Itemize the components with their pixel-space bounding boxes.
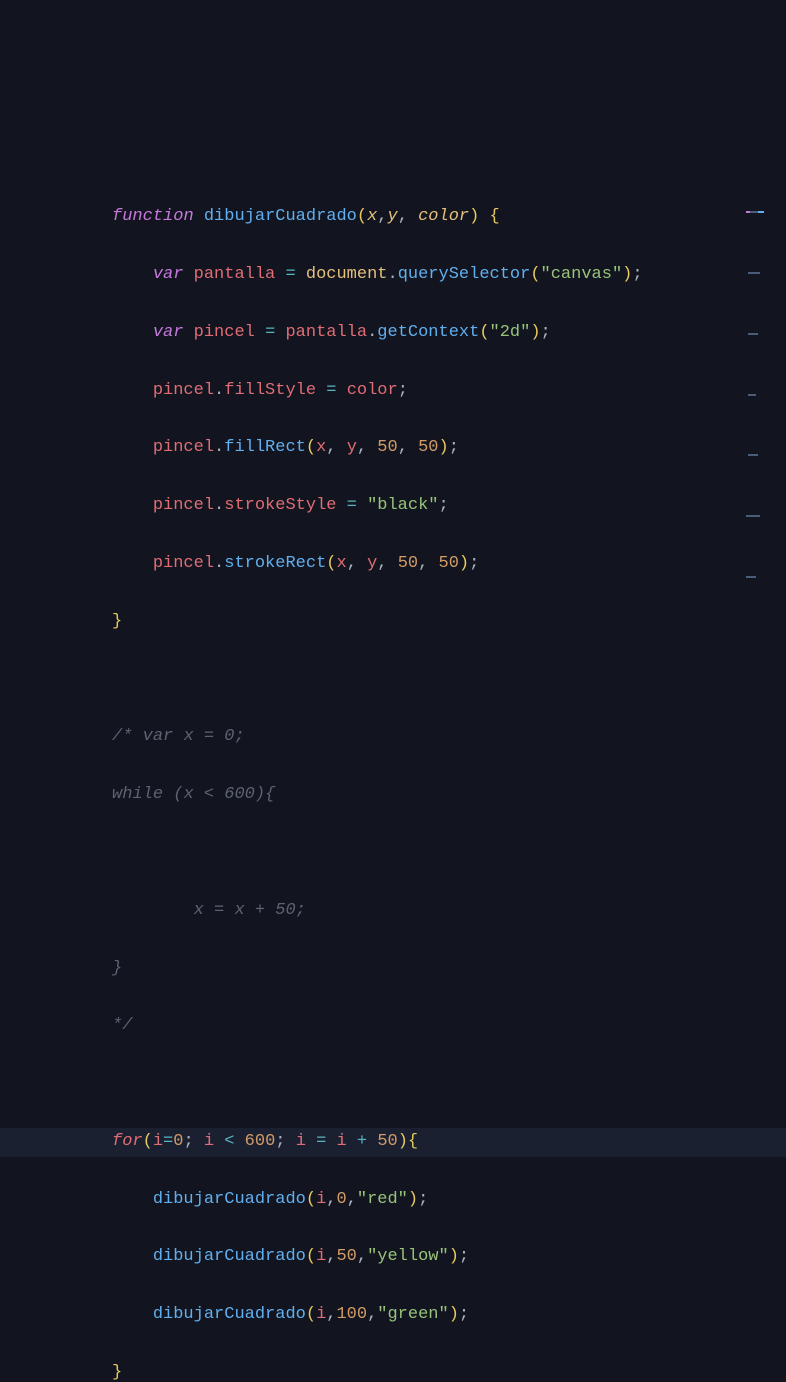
num-100: 100 — [336, 1305, 367, 1324]
operator-lt: < — [224, 1132, 234, 1151]
code-line[interactable]: dibujarCuadrado(i,100,"green"); — [0, 1301, 786, 1330]
code-line[interactable]: pincel.fillStyle = color; — [0, 377, 786, 406]
code-line[interactable]: pincel.fillRect(x, y, 50, 50); — [0, 434, 786, 463]
code-line-comment[interactable]: */ — [0, 1012, 786, 1041]
code-line[interactable]: pincel.strokeStyle = "black"; — [0, 492, 786, 521]
brace-close: } — [112, 612, 122, 631]
operator-assign: = — [285, 265, 295, 284]
code-line-empty[interactable] — [0, 666, 786, 695]
paren-open: ( — [357, 207, 367, 226]
code-line[interactable]: function dibujarCuadrado(x,y, color) { — [0, 203, 786, 232]
code-line-comment[interactable]: /* var x = 0; — [0, 723, 786, 752]
code-line-comment[interactable]: x = x + 50; — [0, 897, 786, 926]
function-name: dibujarCuadrado — [204, 207, 357, 226]
keyword-function: function — [112, 207, 194, 226]
keyword-var: var — [153, 265, 184, 284]
code-line[interactable]: var pantalla = document.querySelector("c… — [0, 261, 786, 290]
code-line-comment[interactable]: while (x < 600){ — [0, 781, 786, 810]
code-line-empty[interactable] — [0, 1070, 786, 1099]
code-editor[interactable]: function dibujarCuadrado(x,y, color) { v… — [0, 146, 786, 1382]
minimap[interactable] — [746, 154, 782, 176]
fn-strokeRect: strokeRect — [224, 554, 326, 573]
string-yellow: "yellow" — [367, 1247, 449, 1266]
string-canvas: "canvas" — [541, 265, 623, 284]
param-x: x — [367, 207, 377, 226]
var-pincel: pincel — [194, 323, 255, 342]
obj-document: document — [306, 265, 388, 284]
fn-querySelector: querySelector — [398, 265, 531, 284]
param-y: y — [388, 207, 398, 226]
prop-strokeStyle: strokeStyle — [224, 496, 336, 515]
param-color: color — [418, 207, 469, 226]
var-pantalla: pantalla — [194, 265, 276, 284]
string-2d: "2d" — [490, 323, 531, 342]
num-600: 600 — [245, 1132, 276, 1151]
string-red: "red" — [357, 1190, 408, 1209]
code-line[interactable]: } — [0, 608, 786, 637]
keyword-for: for — [112, 1132, 143, 1151]
code-line[interactable]: pincel.strokeRect(x, y, 50, 50); — [0, 550, 786, 579]
code-line[interactable]: dibujarCuadrado(i,0,"red"); — [0, 1186, 786, 1215]
code-line-empty[interactable] — [0, 839, 786, 868]
code-line[interactable]: var pincel = pantalla.getContext("2d"); — [0, 319, 786, 348]
fn-fillRect: fillRect — [224, 438, 306, 457]
paren-close: ) — [469, 207, 479, 226]
num-50: 50 — [377, 438, 397, 457]
num-0: 0 — [173, 1132, 183, 1151]
code-line[interactable]: dibujarCuadrado(i,50,"yellow"); — [0, 1243, 786, 1272]
string-black: "black" — [367, 496, 438, 515]
keyword-var: var — [153, 323, 184, 342]
brace-open: { — [490, 207, 500, 226]
string-green: "green" — [377, 1305, 448, 1324]
code-line-comment[interactable]: } — [0, 955, 786, 984]
var-i: i — [153, 1132, 163, 1151]
code-line-current[interactable]: for(i=0; i < 600; i = i + 50){ — [0, 1128, 786, 1157]
operator-plus: + — [357, 1132, 367, 1151]
fn-getContext: getContext — [377, 323, 479, 342]
prop-fillStyle: fillStyle — [224, 381, 316, 400]
code-line[interactable]: } — [0, 1359, 786, 1382]
